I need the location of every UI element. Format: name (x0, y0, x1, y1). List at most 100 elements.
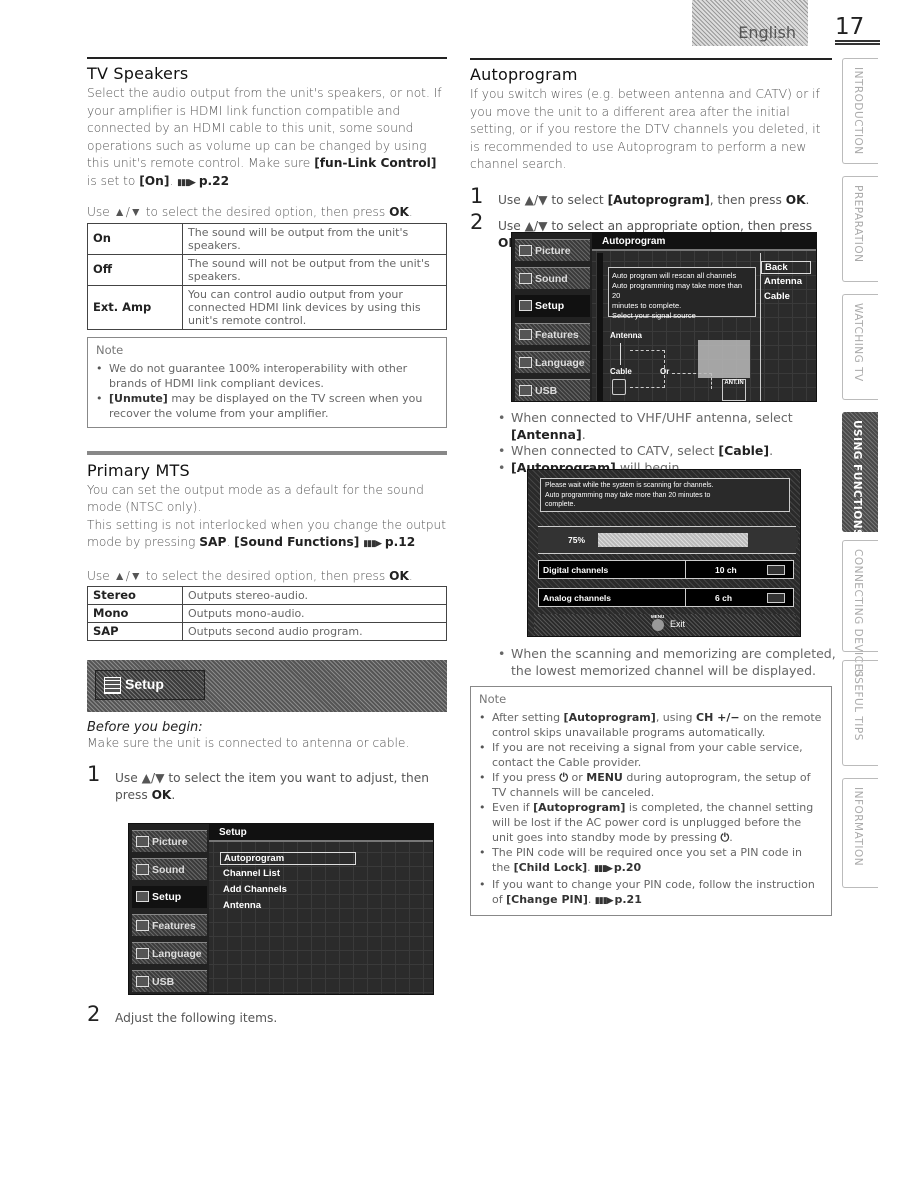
tv-sidebar-label: Sound (535, 273, 568, 285)
tv-speakers-options-table: On The sound will be output from the unit… (87, 222, 447, 330)
language-banner: English (692, 0, 808, 46)
note-item: [Unmute] may be displayed on the TV scre… (96, 391, 438, 421)
bullet-item: When connected to CATV, select [Cable]. (498, 443, 843, 460)
tv-sidebar-item-language: Language (132, 942, 207, 964)
table-row: Ext. Amp You can control audio output fro… (87, 284, 447, 330)
setup-grid-icon (104, 677, 121, 694)
chapter-tab-label: INFORMATION (852, 787, 864, 867)
table-row: SAP Outputs second audio program. (87, 622, 447, 641)
bullet-item: When connected to VHF/UHF antenna, selec… (498, 410, 843, 443)
language-label: English (738, 23, 796, 42)
section-title-tv-speakers: TV Speakers (87, 64, 189, 83)
note-keyword: ⏻ (559, 771, 569, 784)
language-icon (136, 948, 149, 959)
chapter-tab-introduction[interactable]: INTRODUCTION (842, 58, 878, 164)
tv-sidebar-item-picture: Picture (515, 239, 590, 261)
status-box (767, 593, 785, 603)
note-item: We do not guarantee 100% interoperabilit… (96, 361, 438, 391)
tv-menu-title: Setup (209, 824, 433, 842)
chapter-tab-using-functions[interactable]: USING FUNCTIONS (842, 412, 878, 537)
note-keyword: CH +/− (696, 711, 740, 724)
section-title-autoprogram: Autoprogram (470, 65, 578, 84)
section-divider (87, 450, 447, 455)
tv-sidebar-label: Picture (152, 836, 188, 848)
tv-sidebar-item-features: Features (515, 323, 590, 345)
chapter-tab-connecting-devices[interactable]: CONNECTING DEVICES (842, 540, 878, 678)
channel-count-row: Analog channels 6 ch (538, 588, 794, 607)
chapter-tab-label: CONNECTING DEVICES (852, 549, 864, 678)
tv-sidebar-label: Features (152, 920, 196, 932)
diagram-cable-label: Cable (610, 367, 632, 376)
right-column: Autoprogram If you switch wires (e.g. be… (470, 58, 832, 252)
option-description: The sound will be output from the unit's… (182, 222, 447, 255)
setup-step-1: 1 Use ▲/▼ to select the item you want to… (87, 761, 429, 802)
diagram-antenna-label: Antenna (610, 331, 642, 340)
message-line: Auto programming may take more than 20 (612, 281, 743, 300)
tv-sidebar-label: Language (152, 948, 202, 960)
table-row: Mono Outputs mono-audio. (87, 604, 447, 623)
option-name: On (87, 222, 183, 255)
tv-scan-message: Please wait while the system is scanning… (540, 478, 790, 512)
features-icon (136, 920, 149, 931)
page-ref-arrow-icon: ▮▮▮▶ (594, 896, 615, 906)
tv-sidebar-item-sound: Sound (132, 858, 207, 880)
message-line: minutes to complete. (612, 301, 682, 310)
chapter-tab-label: USING FUNCTIONS (851, 420, 863, 538)
tv-sidebar-item-setup: Setup (132, 886, 207, 908)
page-ref-link[interactable]: p.12 (385, 535, 415, 549)
note-item: Even if [Autoprogram] is completed, the … (479, 800, 823, 845)
option-name: Stereo (87, 586, 183, 605)
picture-icon (136, 836, 149, 847)
exit-bar: MENU Exit (534, 614, 796, 636)
note-keyword: [Autoprogram] (563, 711, 656, 724)
tv-sidebar-label: Sound (152, 864, 185, 876)
tv-autoprogram-title: Autoprogram (592, 233, 816, 251)
tv-sidebar-label: Features (535, 329, 579, 341)
page-ref-link[interactable]: p.21 (615, 893, 642, 906)
option-name: Mono (87, 604, 183, 623)
message-line: Auto program will rescan all channels (612, 271, 737, 280)
tv-sidebar-label: Setup (152, 891, 182, 903)
message-line: Select your signal source (612, 311, 696, 320)
setup-banner: Setup (87, 660, 447, 712)
tv-autoprogram-screenshot: Picture Sound Setup Features Language USB Aut… (511, 232, 817, 402)
tv-sidebar-item-setup: Setup (515, 295, 590, 317)
chapter-tab-label: WATCHING TV (852, 303, 864, 382)
features-icon (519, 329, 532, 340)
note-item: If you want to change your PIN code, fol… (479, 877, 823, 909)
autoprogram-note: Note After setting [Autoprogram], using … (470, 686, 832, 916)
tv-sidebar-item-usb: USB (515, 379, 590, 401)
tv-menu-sidebar: Picture Sound Setup Features Language USB (129, 824, 209, 994)
channel-count-value: 10 ch (715, 565, 737, 575)
channel-count-value: 6 ch (715, 593, 733, 603)
autoprogram-description: If you switch wires (e.g. between antenn… (470, 87, 821, 171)
tv-menu-item: Antenna (223, 900, 261, 911)
tv-scanning-screenshot: Please wait while the system is scanning… (527, 469, 801, 637)
chapter-tab-information[interactable]: INFORMATION (842, 778, 878, 888)
left-column: TV Speakers Select the audio output from… (87, 57, 447, 641)
message-line: complete. (545, 501, 576, 508)
page-ref-link[interactable]: p.20 (614, 861, 641, 874)
section-divider (87, 57, 447, 59)
option-description: The sound will not be output from the un… (182, 253, 447, 286)
message-line: Please wait while the system is scanning… (545, 482, 714, 489)
tv-menu-item: Autoprogram (220, 852, 356, 865)
tv-option-cable: Cable (764, 291, 790, 302)
tv-option-antenna: Antenna (764, 276, 802, 287)
picture-icon (519, 245, 532, 256)
column-divider (685, 561, 686, 578)
chapter-tab-preparation[interactable]: PREPARATION (842, 176, 878, 282)
chapter-tab-useful-tips[interactable]: USEFUL TIPS (842, 660, 878, 766)
exit-button[interactable]: Exit (670, 619, 685, 629)
tv-option-back: Back (761, 261, 811, 274)
chapter-tab-watching-tv[interactable]: WATCHING TV (842, 294, 878, 400)
tv-sidebar-item-usb: USB (132, 970, 207, 992)
option-description: Outputs mono-audio. (182, 604, 447, 623)
tv-sidebar-item-sound: Sound (515, 267, 590, 289)
progress-bar-track (598, 533, 798, 547)
tv-sidebar-item-features: Features (132, 914, 207, 936)
setup-banner-button: Setup (95, 670, 205, 700)
tv-speakers-instruction: Use ▲/▼ to select the desired option, th… (87, 205, 413, 219)
page-ref-link[interactable]: p.22 (199, 174, 229, 188)
note-item: The PIN code will be required once you s… (479, 845, 823, 877)
